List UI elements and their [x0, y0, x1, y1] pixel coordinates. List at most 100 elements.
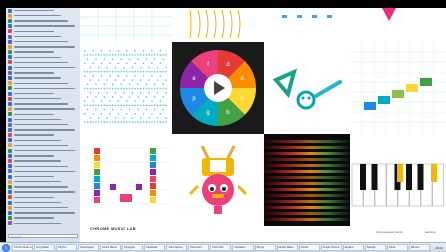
sidebar-item-label	[14, 144, 68, 147]
taskbar-item[interactable]: Window	[408, 244, 430, 251]
spectrogram-band	[264, 218, 350, 221]
tile-song-maker[interactable]	[80, 8, 172, 42]
tile-spectrogram[interactable]	[264, 134, 350, 226]
taskbar-item[interactable]: Oscillators	[232, 244, 254, 251]
sidebar-item-label	[14, 113, 54, 116]
taskbar-item[interactable]: Rhythm	[56, 244, 78, 251]
tile-oscillators[interactable]	[264, 8, 350, 42]
app-icon	[8, 70, 12, 75]
tile-melody-maker[interactable]	[80, 134, 172, 226]
app-icon	[8, 143, 12, 148]
app-icon	[8, 164, 12, 169]
taskbar-item[interactable]: Song Maker	[34, 244, 56, 251]
sidebar-item-label	[14, 155, 54, 157]
sidebar-item-label	[14, 72, 54, 74]
app-icon	[8, 65, 12, 70]
sidebar-item-label	[14, 217, 54, 219]
sidebar-item-label	[14, 165, 68, 167]
sidebar: Search	[6, 8, 81, 242]
tile-piano-roll[interactable]	[350, 134, 446, 226]
spectrogram-band	[264, 164, 350, 167]
melody-block	[136, 184, 142, 190]
sidebar-item-label	[14, 170, 75, 173]
sidebar-footer: Search	[8, 233, 78, 239]
taskbar-item[interactable]: Kandinsky	[144, 244, 166, 251]
taskbar-item[interactable]: Settings	[364, 244, 386, 251]
taskbar-item[interactable]: Arpeggios	[122, 244, 144, 251]
start-button[interactable]	[2, 243, 10, 252]
app-icon	[8, 24, 12, 29]
sidebar-item[interactable]	[6, 221, 80, 226]
sidebar-item-label	[14, 98, 61, 100]
sidebar-item-label	[14, 191, 75, 193]
sidebar-item-label	[14, 212, 75, 214]
clock: 10:24	[435, 245, 443, 250]
black-key	[371, 164, 378, 190]
melody-block	[150, 169, 156, 175]
sidebar-item-label	[14, 118, 61, 121]
sidebar-item-label	[14, 222, 61, 224]
sidebar-item-label	[14, 92, 54, 95]
taskbar-item[interactable]: Folder	[386, 244, 408, 251]
app-icon	[8, 133, 12, 138]
taskbar-item[interactable]: Chords	[298, 244, 320, 251]
sidebar-item-label	[14, 124, 68, 126]
taskbar-item[interactable]: Spectrogram	[78, 244, 100, 251]
app-icon	[8, 55, 12, 60]
app-icon	[8, 210, 12, 215]
content-grid: dacbgpef CHROME MUSIC LAB chromeexperime…	[80, 8, 446, 242]
app-icon	[8, 169, 12, 174]
spectrogram-band	[264, 146, 350, 149]
app-icon	[8, 153, 12, 158]
taskbar-item[interactable]: Explorer	[342, 244, 364, 251]
sidebar-item-label	[14, 87, 75, 90]
melody-block	[150, 148, 156, 154]
tile-voice-character[interactable]	[172, 134, 264, 226]
footer-link-learning[interactable]: learning	[425, 230, 436, 234]
melody-block	[94, 176, 100, 182]
app-window: Search d a c b g p e f CHROME MUSIC LAB …	[0, 0, 446, 242]
character-body-shape	[202, 174, 234, 206]
footer-link-experiments[interactable]: chromeexperiments	[376, 230, 402, 234]
sidebar-item-label	[14, 82, 68, 84]
app-icon	[8, 91, 12, 96]
tile-voice-spinner[interactable]	[350, 8, 446, 42]
highlight-key	[431, 164, 437, 182]
highlight-key	[397, 164, 403, 182]
melody-block	[150, 176, 156, 182]
app-icon	[8, 148, 12, 153]
tile-kandinsky[interactable]	[264, 42, 350, 134]
sidebar-list	[6, 8, 80, 226]
app-icon	[8, 195, 12, 200]
taskbar-item[interactable]: Google Chrome	[320, 244, 342, 251]
taskbar-item[interactable]: Strings	[254, 244, 276, 251]
melody-block	[94, 169, 100, 175]
sidebar-item-label	[14, 108, 75, 110]
app-icon	[8, 81, 12, 86]
taskbar-item[interactable]: Voice Spinner	[166, 244, 188, 251]
tile-strings[interactable]	[172, 8, 264, 42]
melody-block	[150, 155, 156, 161]
app-icon	[8, 8, 12, 13]
taskbar-item[interactable]: Sound Waves	[100, 244, 122, 251]
app-icon	[8, 127, 12, 132]
footer-caption: CHROME MUSIC LAB	[90, 226, 136, 231]
sidebar-item-label	[14, 186, 68, 188]
tile-rhythm[interactable]	[80, 42, 172, 134]
taskbar-item[interactable]: Harmonics	[188, 244, 210, 251]
tile-arpeggios[interactable]: dacbgpef	[172, 42, 264, 134]
taskbar: Chrome Music Lab Song Maker Rhythm Spectrog…	[0, 242, 446, 252]
app-icon	[8, 96, 12, 101]
sidebar-item-label	[14, 51, 54, 53]
sidebar-item-label	[14, 56, 61, 58]
spectrogram-band	[264, 158, 350, 161]
app-icon	[8, 107, 12, 112]
tile-chords[interactable]	[350, 42, 446, 134]
melody-block	[150, 197, 156, 203]
search-input[interactable]: Search	[8, 234, 78, 239]
sidebar-item-label	[14, 181, 61, 183]
taskbar-item[interactable]: Chrome Music Lab	[12, 244, 34, 251]
app-icon	[8, 122, 12, 127]
taskbar-item[interactable]: Melody Maker	[276, 244, 298, 251]
taskbar-item[interactable]: Piano Roll	[210, 244, 232, 251]
